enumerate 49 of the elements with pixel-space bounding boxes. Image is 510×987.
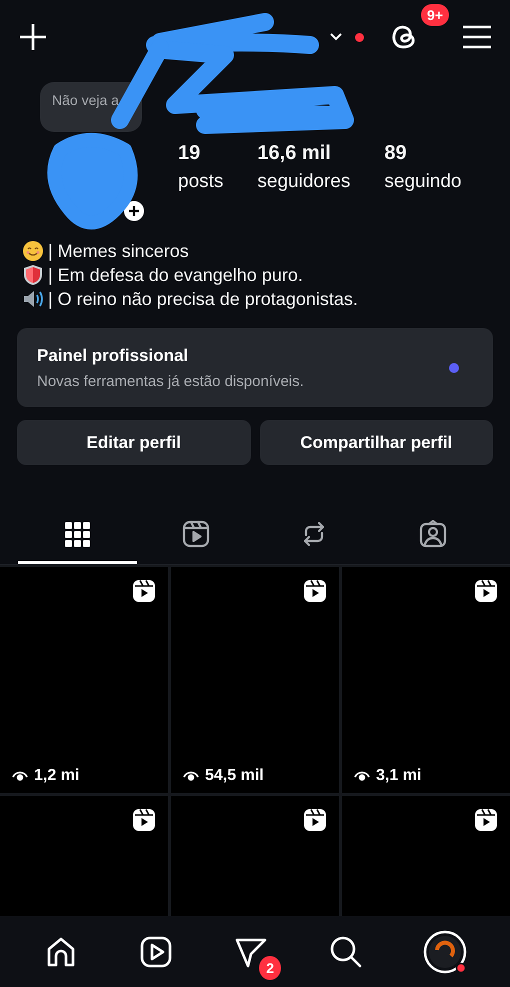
view-count: 1,2 mi	[34, 767, 80, 785]
bio-line: | Em defesa do evangelho puro.	[48, 264, 303, 286]
eye-icon	[354, 769, 370, 783]
bio-line: | O reino não precisa de protagonistas.	[48, 288, 358, 310]
stat-count[interactable]: 89	[384, 142, 462, 165]
stat-count[interactable]: 19	[178, 142, 224, 165]
reel-icon	[474, 579, 498, 603]
notification-badge: 9+	[421, 4, 449, 26]
nav-button[interactable]	[138, 934, 174, 970]
chevron-down-icon	[329, 32, 343, 42]
tagged-person-icon	[418, 519, 448, 549]
smiley-icon	[22, 240, 44, 262]
card-subtitle: Novas ferramentas já estão disponíveis.	[37, 372, 305, 390]
stat-count[interactable]: 16,6 mil	[257, 142, 350, 165]
post-thumbnail[interactable]: 1,2 mi	[0, 567, 168, 793]
stat-label[interactable]: posts	[178, 171, 224, 193]
stat-label[interactable]: seguidores	[257, 171, 350, 193]
stat-label[interactable]: seguindo	[384, 171, 462, 193]
profile-action-button[interactable]: Compartilhar perfil	[260, 420, 493, 465]
professional-dashboard-card[interactable]: Painel profissional Novas ferramentas já estão disponíveis.	[17, 328, 493, 407]
eye-icon	[12, 769, 28, 783]
nav-button[interactable]	[328, 934, 364, 970]
eye-icon	[183, 769, 199, 783]
message-count-badge: 2	[259, 956, 281, 980]
reel-icon	[132, 808, 156, 832]
profile-action-button[interactable]: Editar perfil	[17, 420, 250, 465]
menu-icon	[462, 24, 492, 50]
reel-icon	[132, 579, 156, 603]
search-icon	[328, 934, 364, 970]
view-count: 3,1 mi	[376, 767, 422, 785]
menu-button[interactable]	[462, 24, 492, 50]
reel-icon	[303, 579, 327, 603]
shield-icon	[22, 264, 44, 286]
bio-line: | Memes sinceros	[48, 240, 189, 262]
reels-icon	[180, 519, 211, 549]
plus-icon	[18, 22, 48, 52]
avatar-icon	[422, 930, 467, 974]
nav-button[interactable]	[422, 930, 467, 974]
reels-icon	[138, 934, 174, 970]
account-switcher-button[interactable]	[329, 32, 364, 42]
grid-icon	[62, 519, 92, 549]
post-thumbnail[interactable]: 3,1 mi	[342, 567, 510, 793]
reel-icon	[474, 808, 498, 832]
reel-icon	[303, 808, 327, 832]
view-count: 54,5 mil	[205, 767, 264, 785]
speaker-icon	[22, 288, 44, 310]
card-title: Painel profissional	[37, 346, 190, 366]
add-button[interactable]	[18, 22, 48, 52]
post-thumbnail[interactable]: 54,5 mil	[171, 567, 339, 793]
